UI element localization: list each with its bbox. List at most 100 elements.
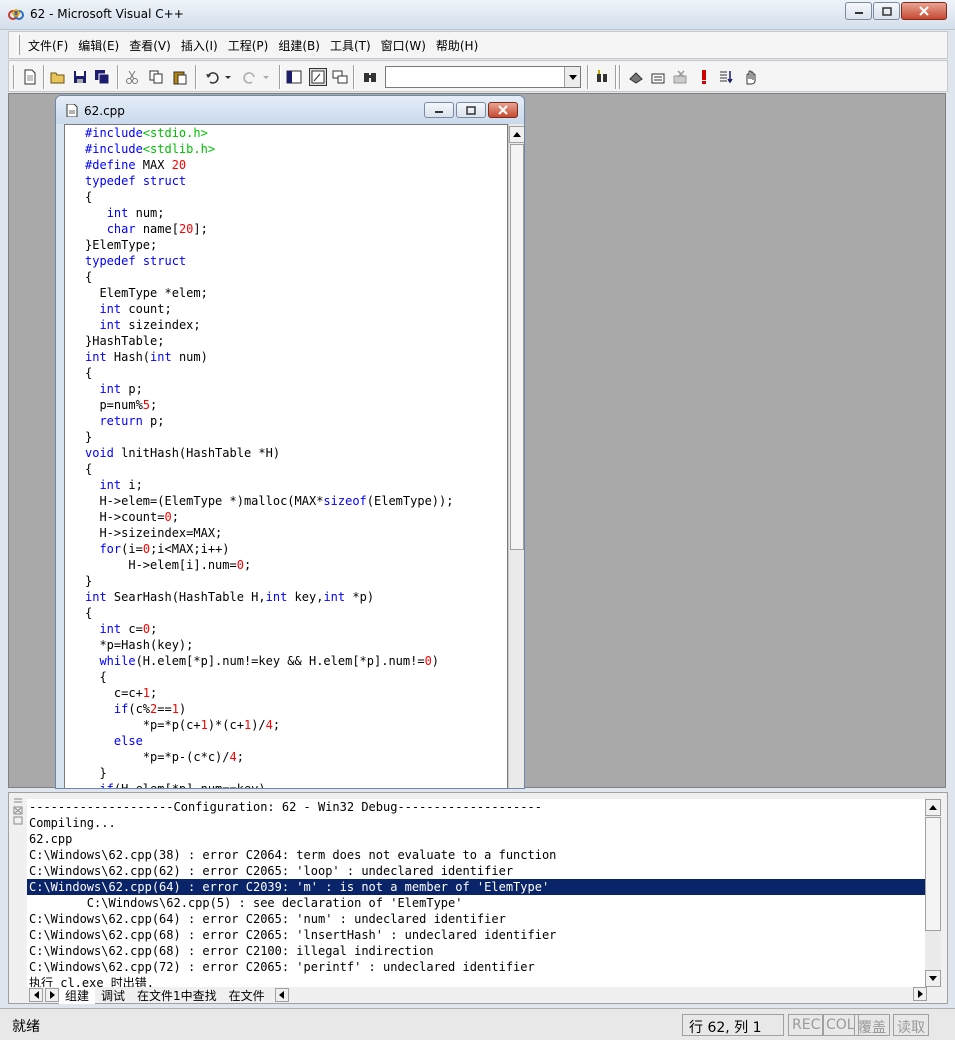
code-token: p; [121, 382, 143, 396]
copy-button[interactable] [147, 68, 165, 86]
pane-grip-icon[interactable] [11, 797, 25, 827]
code-token: ; [150, 622, 158, 636]
editor-minimize-button[interactable] [424, 102, 454, 118]
code-token: int [99, 622, 122, 636]
code-token: key, [287, 590, 324, 604]
output-line[interactable]: C:\Windows\62.cpp(5) : see declaration o… [27, 895, 925, 911]
build-button[interactable] [649, 68, 667, 86]
window-list-button[interactable] [331, 68, 349, 86]
output-scroll-down[interactable] [925, 970, 941, 987]
code-token: 1 [200, 718, 208, 732]
output-line[interactable]: C:\Windows\62.cpp(68) : error C2100: ill… [27, 943, 925, 959]
scroll-thumb[interactable] [510, 144, 524, 550]
stop-build-button[interactable] [671, 68, 689, 86]
save-all-button[interactable] [93, 68, 111, 86]
open-button[interactable] [49, 68, 67, 86]
code-line: { [85, 269, 453, 285]
tab-scroll-left[interactable] [29, 988, 43, 1002]
close-icon [498, 105, 508, 115]
minimize-button[interactable] [845, 2, 872, 20]
output-line[interactable]: C:\Windows\62.cpp(38) : error C2064: ter… [27, 847, 925, 863]
output-line[interactable]: C:\Windows\62.cpp(64) : error C2065: 'nu… [27, 911, 925, 927]
toolbar-grip[interactable] [13, 65, 15, 89]
menu-project[interactable]: 工程(P) [228, 37, 269, 54]
execute-button[interactable] [695, 68, 713, 86]
output-scroll-up[interactable] [925, 799, 941, 816]
code-token: lnitHash(HashTable *H) [113, 446, 281, 460]
scroll-up-button[interactable] [509, 126, 524, 143]
cut-button[interactable] [123, 68, 141, 86]
code-token: { [85, 366, 93, 380]
output-hscroll-right[interactable] [913, 987, 927, 1001]
code-token: { [85, 670, 107, 684]
find-button[interactable] [593, 68, 611, 86]
code-token: (H.elem[*p].num!=key && H.elem[*p].num!= [135, 654, 425, 668]
code-token: (ElemType)); [366, 494, 454, 508]
code-line: *p=*p(c+1)*(c+1)/4; [85, 717, 453, 733]
paste-button[interactable] [171, 68, 189, 86]
output-tabs: 组建 调试 在文件1中查找 在文件 [27, 986, 925, 1004]
menu-help[interactable]: 帮助(H) [436, 37, 478, 54]
undo-button[interactable] [203, 68, 233, 86]
output-line[interactable]: C:\Windows\62.cpp(72) : error C2065: 'pe… [27, 959, 925, 975]
code-token: if [99, 782, 114, 789]
editor-title-bar[interactable]: 62.cpp [56, 96, 524, 124]
output-vertical-scrollbar[interactable] [925, 799, 941, 987]
window-title: 62 - Microsoft Visual C++ [30, 7, 184, 21]
output-line[interactable]: C:\Windows\62.cpp(62) : error C2065: 'lo… [27, 863, 925, 879]
breakpoint-button[interactable] [741, 68, 759, 86]
code-token: <stdio.h> [142, 126, 208, 140]
output-hscroll-left[interactable] [274, 988, 289, 1002]
output-line[interactable]: Compiling... [27, 815, 925, 831]
output-line[interactable]: 执行 cl.exe 时出错. [27, 975, 925, 987]
output-button[interactable] [309, 68, 327, 86]
tab-build[interactable]: 组建 [59, 986, 96, 1004]
workspace-button[interactable] [285, 68, 303, 86]
menu-tools[interactable]: 工具(T) [330, 37, 371, 54]
code-line: { [85, 669, 453, 685]
redo-button[interactable] [241, 68, 271, 86]
output-line[interactable]: C:\Windows\62.cpp(68) : error C2065: 'ln… [27, 927, 925, 943]
tab-scroll-right[interactable] [45, 988, 59, 1002]
workspace-icon [286, 70, 302, 84]
tab-find-in-files-1[interactable]: 在文件1中查找 [131, 987, 223, 1004]
menu-window[interactable]: 窗口(W) [381, 37, 426, 54]
editor-close-button[interactable] [488, 102, 518, 118]
save-button[interactable] [71, 68, 89, 86]
tab-find-in-files-2[interactable]: 在文件 [223, 987, 271, 1004]
code-line: typedef struct [85, 173, 453, 189]
compile-button[interactable] [627, 68, 645, 86]
code-line: while(H.elem[*p].num!=key && H.elem[*p].… [85, 653, 453, 669]
menu-view[interactable]: 查看(V) [129, 37, 171, 54]
output-line[interactable]: C:\Windows\62.cpp(64) : error C2039: 'm'… [27, 879, 925, 895]
maximize-button[interactable] [873, 2, 900, 20]
output-scroll-thumb[interactable] [925, 817, 941, 931]
new-file-button[interactable] [21, 68, 39, 86]
code-token: H->elem[i].num= [85, 558, 237, 572]
editor-vertical-scrollbar[interactable] [508, 124, 524, 788]
tab-debug[interactable]: 调试 [95, 987, 131, 1004]
code-line: char name[20]; [85, 221, 453, 237]
close-button[interactable] [901, 2, 947, 20]
find-in-files-button[interactable] [361, 68, 379, 86]
folder-open-icon [50, 72, 65, 84]
editor-restore-button[interactable] [456, 102, 486, 118]
go-button[interactable] [717, 68, 735, 86]
menu-build[interactable]: 组建(B) [278, 37, 320, 54]
find-combo-dropdown[interactable] [564, 67, 580, 87]
menu-file[interactable]: 文件(F) [28, 37, 68, 54]
code-content: #include<stdio.h> #include<stdlib.h> #defi… [85, 125, 454, 789]
output-line[interactable]: 62.cpp [27, 831, 925, 847]
build-output[interactable]: --------------------Configuration: 62 - … [27, 799, 925, 987]
code-line: int sizeindex; [85, 317, 453, 333]
output-line[interactable]: --------------------Configuration: 62 - … [27, 799, 925, 815]
code-editor[interactable]: #include<stdio.h> #include<stdlib.h> #defi… [64, 124, 508, 789]
menu-edit[interactable]: 编辑(E) [78, 37, 119, 54]
code-token: }ElemType; [85, 238, 158, 252]
find-combo[interactable] [385, 66, 581, 88]
menu-insert[interactable]: 插入(I) [181, 37, 218, 54]
menu-grip[interactable] [17, 35, 20, 55]
redo-icon [243, 72, 269, 84]
